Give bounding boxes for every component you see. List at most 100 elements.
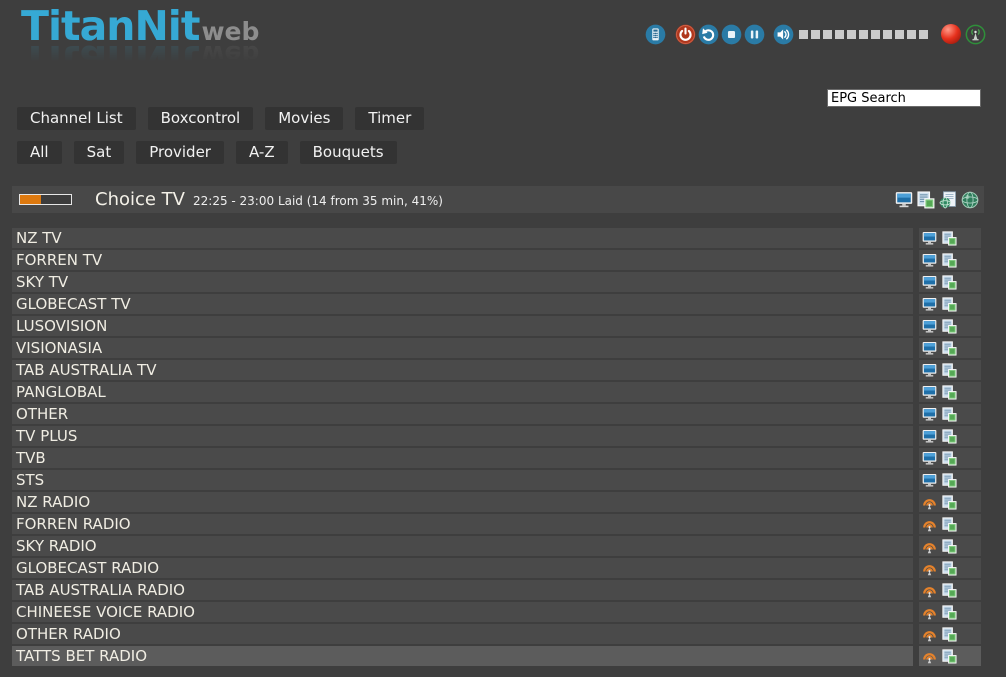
- epg-icon[interactable]: [942, 253, 957, 268]
- epg-icon[interactable]: [942, 407, 957, 422]
- tv-icon[interactable]: [922, 385, 937, 400]
- epg-slot[interactable]: [942, 341, 957, 356]
- epg-icon[interactable]: [942, 385, 957, 400]
- epg-slot[interactable]: [942, 583, 957, 598]
- tv-icon[interactable]: [922, 297, 937, 312]
- channel-name[interactable]: VISIONASIA: [12, 338, 913, 358]
- type-icon-slot[interactable]: [922, 473, 937, 488]
- volume-segment[interactable]: [883, 30, 892, 39]
- type-icon-slot[interactable]: [922, 253, 937, 268]
- epg-icon[interactable]: [942, 649, 957, 664]
- epg-icon[interactable]: [942, 297, 957, 312]
- type-icon-slot[interactable]: [922, 429, 937, 444]
- type-icon-slot[interactable]: [922, 495, 937, 510]
- epg-icon[interactable]: [942, 319, 957, 334]
- channel-name[interactable]: GLOBECAST RADIO: [12, 558, 913, 578]
- channel-name[interactable]: GLOBECAST TV: [12, 294, 913, 314]
- epg-icon[interactable]: [942, 627, 957, 642]
- volume-segment[interactable]: [871, 30, 880, 39]
- volume-segment[interactable]: [823, 30, 832, 39]
- epg-icon[interactable]: [942, 473, 957, 488]
- pause-icon[interactable]: [744, 24, 765, 45]
- channel-name[interactable]: NZ RADIO: [12, 492, 913, 512]
- nav-timer[interactable]: Timer: [355, 107, 424, 130]
- channel-name[interactable]: TV PLUS: [12, 426, 913, 446]
- channel-name[interactable]: SKY TV: [12, 272, 913, 292]
- tv-icon[interactable]: [922, 451, 937, 466]
- filter-bouquets[interactable]: Bouquets: [300, 141, 397, 164]
- filter-all[interactable]: All: [17, 141, 62, 164]
- radio-icon[interactable]: [922, 605, 937, 620]
- channel-name[interactable]: CHINEESE VOICE RADIO: [12, 602, 913, 622]
- speaker-icon[interactable]: [773, 24, 794, 45]
- type-icon-slot[interactable]: [922, 275, 937, 290]
- epg-icon[interactable]: [942, 231, 957, 246]
- epg-slot[interactable]: [942, 319, 957, 334]
- type-icon-slot[interactable]: [922, 297, 937, 312]
- epg-icon[interactable]: [942, 275, 957, 290]
- type-icon-slot[interactable]: [922, 231, 937, 246]
- epg-slot[interactable]: [942, 385, 957, 400]
- tv-icon[interactable]: [922, 473, 937, 488]
- type-icon-slot[interactable]: [922, 407, 937, 422]
- tv-icon[interactable]: [922, 231, 937, 246]
- channel-name[interactable]: TAB AUSTRALIA TV: [12, 360, 913, 380]
- epg-icon[interactable]: [942, 429, 957, 444]
- channel-name[interactable]: STS: [12, 470, 913, 490]
- channel-name[interactable]: FORREN RADIO: [12, 514, 913, 534]
- epg-slot[interactable]: [942, 561, 957, 576]
- stream-icon[interactable]: [939, 191, 957, 209]
- power-icon[interactable]: [675, 24, 696, 45]
- nav-boxcontrol[interactable]: Boxcontrol: [148, 107, 254, 130]
- tv-icon[interactable]: [922, 319, 937, 334]
- channel-name[interactable]: FORREN TV: [12, 250, 913, 270]
- type-icon-slot[interactable]: [922, 627, 937, 642]
- type-icon-slot[interactable]: [922, 341, 937, 356]
- nav-movies[interactable]: Movies: [265, 107, 343, 130]
- volume-segment[interactable]: [859, 30, 868, 39]
- epg-search-input[interactable]: [827, 89, 981, 107]
- epg-slot[interactable]: [942, 407, 957, 422]
- volume-segment[interactable]: [835, 30, 844, 39]
- epg-slot[interactable]: [942, 275, 957, 290]
- epg-slot[interactable]: [942, 297, 957, 312]
- channel-name[interactable]: SKY RADIO: [12, 536, 913, 556]
- epg-icon[interactable]: [942, 561, 957, 576]
- radio-icon[interactable]: [922, 495, 937, 510]
- epg-slot[interactable]: [942, 495, 957, 510]
- radio-icon[interactable]: [922, 517, 937, 532]
- filter-sat[interactable]: Sat: [74, 141, 125, 164]
- epg-icon[interactable]: [942, 539, 957, 554]
- volume-segment[interactable]: [811, 30, 820, 39]
- filter-provider[interactable]: Provider: [136, 141, 224, 164]
- type-icon-slot[interactable]: [922, 517, 937, 532]
- channel-name[interactable]: NZ TV: [12, 228, 913, 248]
- epg-slot[interactable]: [942, 473, 957, 488]
- type-icon-slot[interactable]: [922, 583, 937, 598]
- epg-slot[interactable]: [942, 517, 957, 532]
- stop-icon[interactable]: [721, 24, 742, 45]
- type-icon-slot[interactable]: [922, 649, 937, 664]
- volume-segment[interactable]: [919, 30, 928, 39]
- type-icon-slot[interactable]: [922, 539, 937, 554]
- epg-slot[interactable]: [942, 451, 957, 466]
- radio-icon[interactable]: [922, 561, 937, 576]
- volume-segment[interactable]: [847, 30, 856, 39]
- epg-icon[interactable]: [942, 517, 957, 532]
- tv-icon[interactable]: [922, 407, 937, 422]
- type-icon-slot[interactable]: [922, 385, 937, 400]
- radio-icon[interactable]: [922, 539, 937, 554]
- radio-icon[interactable]: [922, 627, 937, 642]
- epg-icon[interactable]: [942, 341, 957, 356]
- tv-icon[interactable]: [922, 253, 937, 268]
- tv-icon[interactable]: [922, 275, 937, 290]
- channel-name[interactable]: TVB: [12, 448, 913, 468]
- channel-name[interactable]: OTHER: [12, 404, 913, 424]
- channel-name[interactable]: OTHER RADIO: [12, 624, 913, 644]
- type-icon-slot[interactable]: [922, 561, 937, 576]
- radio-icon[interactable]: [922, 583, 937, 598]
- epg-icon[interactable]: [942, 451, 957, 466]
- volume-segment[interactable]: [799, 30, 808, 39]
- volume-segment[interactable]: [907, 30, 916, 39]
- radio-icon[interactable]: [922, 649, 937, 664]
